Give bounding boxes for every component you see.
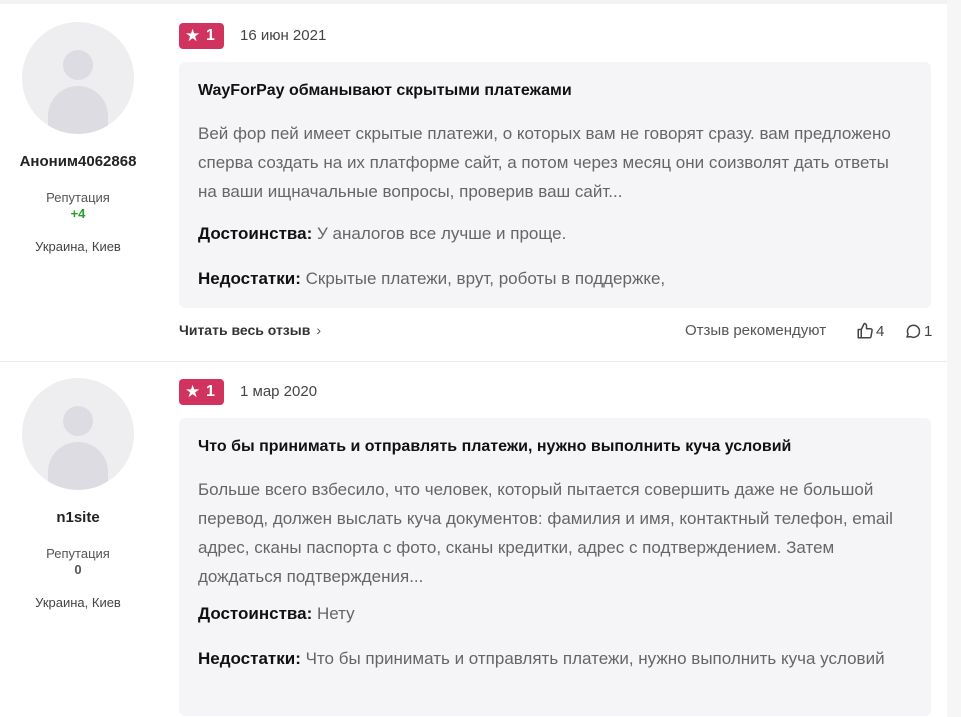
- review-title[interactable]: Что бы принимать и отправлять платежи, н…: [198, 438, 791, 456]
- author-location: Украина, Киев: [35, 595, 121, 610]
- like-button[interactable]: 4: [856, 322, 884, 340]
- pros-text: Нету: [317, 604, 355, 623]
- rating-value: 1: [206, 383, 215, 400]
- review-card[interactable]: WayForPay обманывают скрытыми платежами …: [179, 62, 931, 308]
- review-text: Вей фор пей имеет скрытые платежи, о кот…: [198, 124, 891, 201]
- reputation-value: +4: [70, 206, 86, 221]
- rating-value: 1: [206, 27, 215, 44]
- chevron-right-icon: ›: [316, 322, 321, 338]
- likes-count: 4: [876, 322, 885, 340]
- read-more-label: Читать весь отзыв: [179, 322, 311, 338]
- avatar-head-shape: [63, 406, 93, 436]
- pros-text: У аналогов все лучше и проще.: [317, 224, 567, 243]
- read-full-review-link[interactable]: Читать весь отзыв ›: [179, 322, 321, 338]
- review-date: 1 мар 2020: [240, 383, 318, 400]
- avatar[interactable]: [22, 22, 134, 134]
- review-cons: Недостатки: Скрытые платежи, врут, робот…: [198, 266, 908, 292]
- cons-text: Скрытые платежи, врут, роботы в поддержк…: [305, 269, 666, 288]
- star-icon: ★: [185, 26, 201, 45]
- cons-label: Недостатки:: [198, 649, 301, 668]
- author-name[interactable]: Аноним4062868: [0, 153, 156, 170]
- reputation-label: Репутация: [46, 546, 110, 561]
- comment-icon: [906, 324, 921, 338]
- pros-label: Достоинства:: [198, 604, 313, 623]
- review-card[interactable]: Что бы принимать и отправлять платежи, н…: [179, 418, 931, 716]
- review-cons: Недостатки: Что бы принимать и отправлят…: [198, 646, 908, 672]
- review-title[interactable]: WayForPay обманывают скрытыми платежами: [198, 82, 572, 100]
- review-footer: Читать весь отзыв › Отзыв рекомендуют 4 1: [179, 322, 932, 344]
- author-name[interactable]: n1site: [0, 509, 156, 526]
- review-date: 16 июн 2021: [240, 27, 327, 44]
- star-icon: ★: [185, 382, 201, 401]
- cons-label: Недостатки:: [198, 269, 301, 288]
- scroll-gutter: [947, 0, 961, 717]
- author-location: Украина, Киев: [35, 239, 121, 254]
- cons-text: Что бы принимать и отправлять платежи, н…: [305, 649, 885, 668]
- recommend-label: Отзыв рекомендуют: [685, 322, 827, 339]
- review-item: n1site Репутация 0 Украина, Киев ★ 1 1 м…: [0, 360, 947, 717]
- avatar[interactable]: [22, 378, 134, 490]
- review-text: Больше всего взбесило, что человек, кото…: [198, 480, 893, 586]
- review-item: Аноним4062868 Репутация +4 Украина, Киев…: [0, 4, 947, 362]
- rating-badge: ★ 1: [179, 379, 224, 405]
- rating-badge: ★ 1: [179, 23, 224, 49]
- thumbs-up-icon: [857, 322, 873, 339]
- review-pros: Достоинства: Нету: [198, 601, 908, 627]
- review-pros: Достоинства: У аналогов все лучше и прощ…: [198, 221, 908, 247]
- comments-count: 1: [924, 322, 933, 340]
- avatar-head-shape: [63, 50, 93, 80]
- pros-label: Достоинства:: [198, 224, 313, 243]
- comments-button[interactable]: 1: [904, 322, 932, 340]
- reputation-label: Репутация: [46, 190, 110, 205]
- avatar-body-shape: [48, 86, 108, 134]
- reviews-page: Аноним4062868 Репутация +4 Украина, Киев…: [0, 0, 961, 717]
- avatar-body-shape: [48, 442, 108, 490]
- reputation-value: 0: [74, 562, 82, 577]
